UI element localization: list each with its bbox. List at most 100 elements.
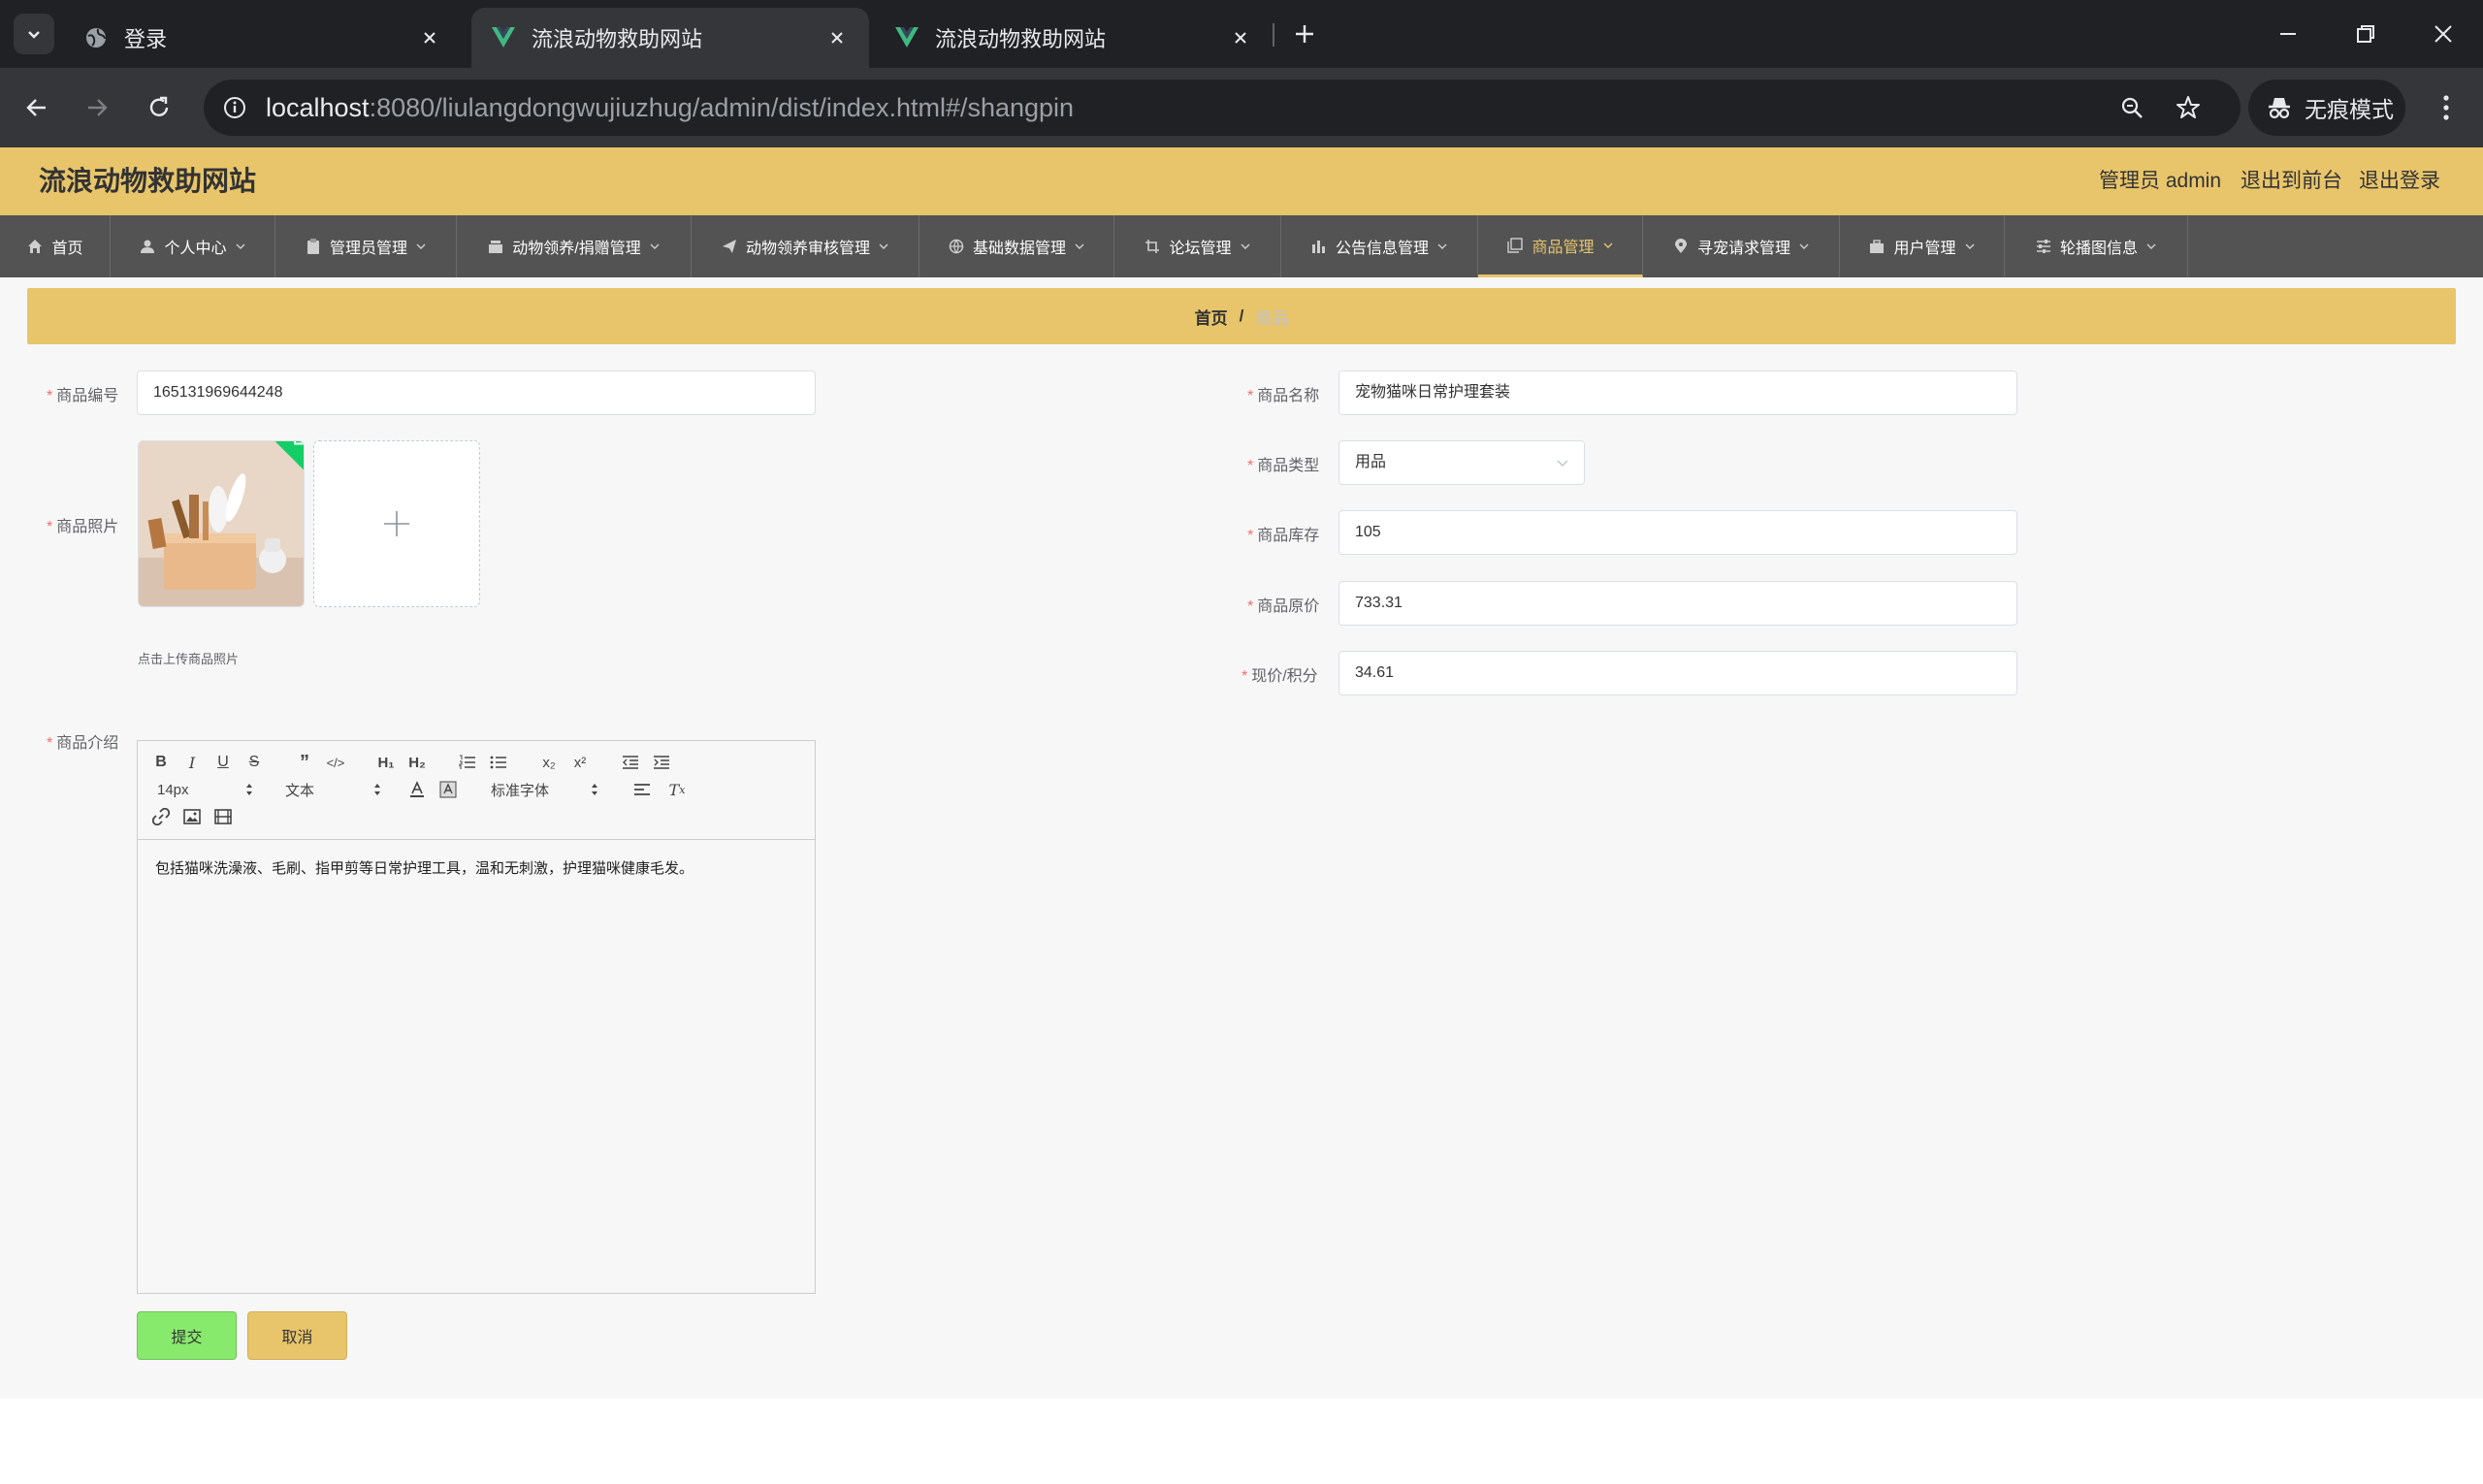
nav-item-adoption-review[interactable]: 动物领养审核管理 bbox=[692, 215, 919, 277]
editor-toolbar: B I U S ” </> H₁ H₂ x₂ x² 14px 文本 标准字体 T… bbox=[138, 741, 815, 840]
product-type-select[interactable]: 用品 bbox=[1338, 440, 1585, 485]
bullet-list-icon[interactable] bbox=[487, 751, 510, 774]
nav-item-pet-search[interactable]: 寻宠请求管理 bbox=[1643, 215, 1840, 277]
indent-icon[interactable] bbox=[650, 751, 673, 774]
zoom-icon[interactable] bbox=[2112, 88, 2151, 127]
nav-item-carousel[interactable]: 轮播图信息 bbox=[2005, 215, 2188, 277]
required-mark: * bbox=[1242, 668, 1248, 685]
breadcrumb-home[interactable]: 首页 bbox=[1195, 305, 1228, 329]
reload-button[interactable] bbox=[138, 86, 180, 129]
breadcrumb-current: 商品 bbox=[1255, 308, 1289, 328]
cancel-button[interactable]: 取消 bbox=[247, 1311, 347, 1360]
globe-icon bbox=[83, 25, 109, 50]
nav-item-label: 商品管理 bbox=[1532, 239, 1595, 256]
more-vertical-icon bbox=[2443, 95, 2449, 120]
nav-item-label: 论坛管理 bbox=[1169, 241, 1232, 257]
chevron-down-icon bbox=[1798, 241, 1810, 252]
send-icon bbox=[721, 238, 738, 255]
minimize-button[interactable] bbox=[2266, 12, 2310, 56]
close-icon[interactable] bbox=[417, 25, 442, 50]
strikethrough-icon[interactable]: S bbox=[242, 751, 266, 774]
rich-text-editor[interactable]: B I U S ” </> H₁ H₂ x₂ x² 14px 文本 标准字体 T… bbox=[137, 740, 816, 1294]
align-icon[interactable] bbox=[630, 778, 654, 801]
browser-tab-third[interactable]: 流浪动物救助网站 bbox=[875, 8, 1273, 68]
box-icon bbox=[487, 238, 504, 255]
forward-button[interactable] bbox=[76, 86, 118, 129]
upload-add-button[interactable] bbox=[313, 440, 480, 607]
subscript-icon[interactable]: x₂ bbox=[537, 751, 561, 774]
logout-link[interactable]: 退出登录 bbox=[2359, 147, 2440, 215]
intro-label: * 商品介绍 bbox=[47, 729, 118, 753]
header-2-icon[interactable]: H₂ bbox=[405, 751, 429, 774]
nav-item-label: 轮播图信息 bbox=[2059, 241, 2138, 257]
submit-button[interactable]: 提交 bbox=[137, 1311, 237, 1360]
new-tab-button[interactable] bbox=[1286, 16, 1323, 52]
code-block-icon[interactable]: </> bbox=[324, 751, 347, 774]
address-bar[interactable]: localhost:8080/liulangdongwujiuzhug/admi… bbox=[204, 80, 2241, 136]
font-color-icon[interactable] bbox=[405, 778, 429, 801]
product-stock-input[interactable]: 105 bbox=[1338, 510, 2017, 555]
required-mark: * bbox=[47, 388, 53, 404]
close-icon[interactable] bbox=[824, 25, 850, 50]
restore-button[interactable] bbox=[2343, 12, 2388, 56]
required-mark: * bbox=[1247, 458, 1254, 474]
exit-to-front-link[interactable]: 退出到前台 bbox=[2241, 147, 2342, 215]
site-title: 流浪动物救助网站 bbox=[39, 166, 257, 196]
tab-search-button[interactable] bbox=[14, 14, 54, 54]
chevron-down-icon bbox=[1436, 241, 1448, 252]
font-family-value: 标准字体 bbox=[491, 782, 550, 799]
sliders-icon bbox=[2035, 238, 2052, 255]
product-photo-image bbox=[139, 441, 304, 606]
name-label: * 商品名称 bbox=[1247, 382, 1319, 405]
nav-item-base-data[interactable]: 基础数据管理 bbox=[919, 215, 1114, 277]
link-icon[interactable] bbox=[149, 805, 173, 828]
close-icon[interactable] bbox=[1228, 25, 1253, 50]
bookmark-star-icon[interactable] bbox=[2169, 88, 2208, 127]
browser-tab-login[interactable]: 登录 bbox=[64, 8, 462, 68]
nav-item-profile[interactable]: 个人中心 bbox=[111, 215, 275, 277]
header-1-icon[interactable]: H₁ bbox=[374, 751, 398, 774]
nav-item-admin-mgmt[interactable]: 管理员管理 bbox=[275, 215, 457, 277]
label-text: 商品名称 bbox=[1257, 388, 1320, 404]
browser-menu-button[interactable] bbox=[2425, 86, 2467, 129]
clear-format-icon[interactable]: Tx bbox=[665, 778, 689, 801]
tab-title: 流浪动物救助网站 bbox=[935, 27, 1107, 51]
image-icon[interactable] bbox=[180, 805, 204, 828]
stock-label: * 商品库存 bbox=[1247, 522, 1319, 545]
header-value: 文本 bbox=[285, 782, 315, 799]
outdent-icon[interactable] bbox=[619, 751, 642, 774]
product-name-input[interactable]: 宠物猫咪日常护理套装 bbox=[1338, 371, 2017, 415]
editor-content[interactable]: 包括猫咪洗澡液、毛刷、指甲剪等日常护理工具，温和无刺激，护理猫咪健康毛发。 bbox=[155, 857, 693, 878]
video-icon[interactable] bbox=[211, 805, 235, 828]
bold-icon[interactable]: B bbox=[149, 751, 173, 774]
nav-item-adoption-donation[interactable]: 动物领养/捐赠管理 bbox=[457, 215, 692, 277]
italic-icon[interactable]: I bbox=[180, 751, 204, 774]
nav-item-products[interactable]: 商品管理 bbox=[1478, 215, 1643, 277]
plus-icon bbox=[1296, 25, 1313, 43]
briefcase-icon bbox=[1868, 238, 1886, 255]
back-button[interactable] bbox=[16, 86, 58, 129]
close-window-button[interactable] bbox=[2421, 12, 2466, 56]
incognito-indicator[interactable]: 无痕模式 bbox=[2248, 80, 2405, 136]
product-code-input[interactable]: 165131969644248 bbox=[137, 371, 816, 415]
site-info-icon[interactable] bbox=[215, 88, 254, 127]
product-photo-thumbnail[interactable] bbox=[138, 440, 305, 607]
nav-item-label: 动物领养审核管理 bbox=[745, 241, 870, 257]
font-size-picker[interactable]: 14px bbox=[157, 778, 254, 801]
nav-item-announcements[interactable]: 公告信息管理 bbox=[1281, 215, 1478, 277]
underline-icon[interactable]: U bbox=[211, 751, 235, 774]
blockquote-icon[interactable]: ” bbox=[293, 751, 316, 774]
superscript-icon[interactable]: x² bbox=[568, 751, 592, 774]
ordered-list-icon[interactable] bbox=[456, 751, 479, 774]
nav-item-home[interactable]: 首页 bbox=[0, 215, 111, 277]
nav-item-forum[interactable]: 论坛管理 bbox=[1114, 215, 1281, 277]
current-price-input[interactable]: 34.61 bbox=[1338, 651, 2017, 695]
header-picker[interactable]: 文本 bbox=[285, 778, 382, 801]
required-mark: * bbox=[1247, 528, 1254, 544]
original-price-input[interactable]: 733.31 bbox=[1338, 581, 2017, 626]
browser-tab-active[interactable]: 流浪动物救助网站 bbox=[471, 8, 869, 68]
background-color-icon[interactable] bbox=[436, 778, 460, 801]
tab-title: 流浪动物救助网站 bbox=[532, 27, 703, 51]
nav-item-users[interactable]: 用户管理 bbox=[1840, 215, 2005, 277]
font-family-picker[interactable]: 标准字体 bbox=[491, 778, 599, 801]
